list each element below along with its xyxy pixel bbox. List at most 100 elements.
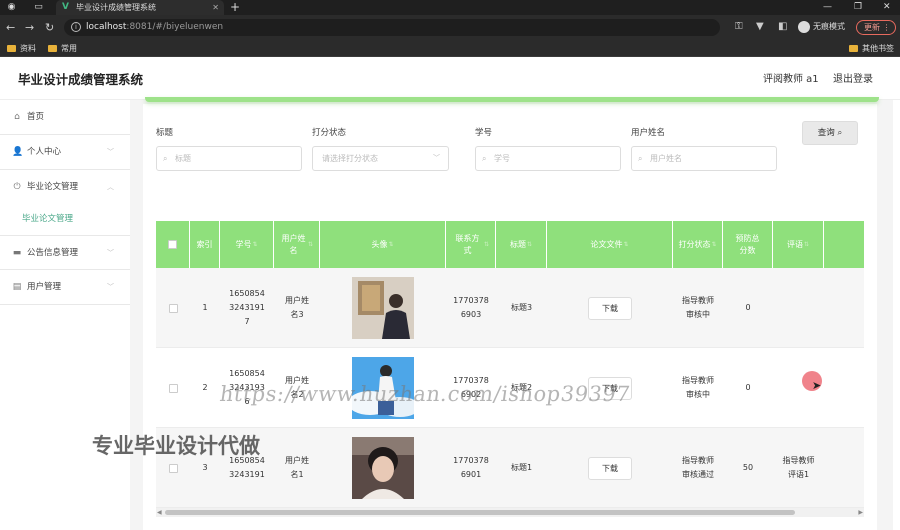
column-header-phone[interactable]: 联系方式 ⇅ — [446, 221, 496, 268]
scrollbar-thumb[interactable] — [165, 510, 795, 515]
cell-avatar — [320, 428, 446, 508]
column-header-score[interactable]: 预防总分数 — [723, 221, 773, 268]
sidebar-item-users[interactable]: ▤ 用户管理 ﹀ — [0, 270, 130, 305]
column-header-index[interactable]: 索引 — [190, 221, 220, 268]
table-row: 3 16508543243191 用户姓名1 17703786901 标题1 下… — [156, 428, 864, 508]
sidebar-item-home[interactable]: ⌂ 首页 — [0, 100, 130, 135]
sidebar-item-notices[interactable]: ▬ 公告信息管理 ﹀ — [0, 235, 130, 270]
cell-name: 用户姓名1 — [285, 456, 309, 479]
cell-student-id: 16508543243191 7 — [229, 289, 265, 326]
cell-status: 指导教师审核中 — [682, 376, 714, 399]
app-title: 毕业设计成绩管理系统 — [18, 72, 144, 87]
tab-overview-icon[interactable]: ▭ — [33, 2, 44, 13]
cell-avatar — [320, 268, 446, 348]
browser-tab-bar: ◉ ▭ V 毕业设计成绩管理系统 ✕ + — ❐ ✕ — [0, 0, 900, 15]
url-bar[interactable]: i localhost:8081/#/biyeluenwen — [64, 19, 720, 36]
incognito-indicator[interactable]: 无痕模式 — [798, 19, 845, 34]
search-icon: ⌕ — [163, 154, 168, 163]
page-vertical-scrollbar[interactable] — [893, 100, 900, 530]
column-header-file[interactable]: 论文文件 ⇅ — [547, 221, 673, 268]
column-header-comment[interactable]: 评语 ⇅ — [773, 221, 824, 268]
vue-devtools-icon[interactable]: ▼ — [756, 20, 764, 33]
vue-logo-icon: V — [62, 2, 69, 12]
select-all-checkbox[interactable] — [168, 240, 177, 249]
table-horizontal-scrollbar[interactable]: ◀ ▶ — [156, 508, 864, 517]
name-input[interactable]: ⌕ 用户姓名 — [631, 146, 777, 171]
cell-index: 1 — [202, 303, 208, 312]
placeholder: 请选择打分状态 — [322, 154, 378, 163]
search-icon: ⌕ — [482, 154, 487, 163]
window-close-icon[interactable]: ✕ — [883, 1, 891, 14]
scroll-left-icon[interactable]: ◀ — [157, 508, 162, 517]
folder-icon — [849, 45, 858, 52]
column-header-avatar[interactable]: 头像 ⇅ — [320, 221, 446, 268]
title-search-input[interactable]: ⌕ 标题 — [156, 146, 302, 171]
site-info-icon[interactable]: i — [71, 22, 81, 32]
column-header-status[interactable]: 打分状态 ⇅ — [673, 221, 723, 268]
breadcrumb-strip — [145, 97, 879, 102]
promo-watermark: 专业毕业设计代做 — [92, 434, 260, 458]
status-select[interactable]: 请选择打分状态 ﹀ — [312, 146, 449, 171]
folder-icon — [7, 45, 16, 52]
row-checkbox[interactable] — [168, 463, 178, 473]
mouse-cursor-icon: ➤ — [812, 379, 822, 392]
cell-index: 2 — [202, 383, 208, 392]
sidebar-subitem-thesis-management[interactable]: 毕业论文管理 — [22, 213, 73, 225]
filter-name-label: 用户姓名 — [631, 128, 666, 138]
sidebar: ⌂ 首页 👤 个人中心 ﹀ ⏻ 毕业论文管理 ︿ 毕业论文管理 ▬ 公告信息管理… — [0, 100, 130, 530]
back-icon[interactable]: ← — [6, 21, 15, 34]
row-checkbox-cell[interactable] — [156, 348, 190, 428]
app-header: 毕业设计成绩管理系统 评阅教师 a1 退出登录 — [0, 58, 900, 100]
download-button[interactable]: 下载 — [588, 456, 632, 480]
filter-student-id-label: 学号 — [475, 128, 493, 138]
column-header-name[interactable]: 用户姓名 ⇅ — [274, 221, 320, 268]
avatar — [352, 277, 414, 339]
student-id-input[interactable]: ⌕ 学号 — [475, 146, 621, 171]
placeholder: 学号 — [494, 154, 510, 163]
placeholder: 用户姓名 — [650, 154, 682, 163]
chrome-icon[interactable]: ◉ — [6, 2, 17, 13]
key-icon[interactable]: ⚿ — [735, 20, 743, 33]
power-icon: ⏻ — [13, 182, 21, 192]
table-row: 1 16508543243191 7 用户姓名3 17703786903 标题3… — [156, 268, 864, 348]
other-bookmarks[interactable]: 其他书签 — [849, 43, 894, 54]
user-icon: 👤 — [12, 147, 24, 157]
chevron-down-icon: ﹀ — [433, 154, 440, 162]
query-button[interactable]: 查询 ⌕ — [802, 121, 858, 145]
row-checkbox[interactable] — [168, 383, 178, 393]
bookmark-folder-1[interactable]: 资料 — [7, 43, 36, 54]
scroll-right-icon[interactable]: ▶ — [858, 508, 863, 517]
sidebar-item-thesis[interactable]: ⏻ 毕业论文管理 ︿ — [0, 170, 130, 205]
reload-icon[interactable]: ↻ — [45, 21, 54, 34]
minimize-icon[interactable]: — — [823, 1, 832, 14]
chevron-down-icon: ﹀ — [107, 249, 114, 257]
chevron-up-icon: ︿ — [107, 183, 114, 191]
sidebar-item-profile[interactable]: 👤 个人中心 ﹀ — [0, 135, 130, 170]
cell-score: 0 — [745, 383, 751, 392]
bookmark-folder-2[interactable]: 常用 — [48, 43, 77, 54]
select-all-cell[interactable] — [156, 221, 190, 268]
column-header-actions — [824, 221, 864, 268]
sidepanel-icon[interactable]: ◧ — [778, 20, 787, 33]
column-header-title[interactable]: 标题 ⇅ — [496, 221, 547, 268]
row-checkbox[interactable] — [168, 303, 178, 313]
tab-close-icon[interactable]: ✕ — [212, 2, 219, 13]
restore-icon[interactable]: ❐ — [854, 1, 862, 14]
forward-icon[interactable]: → — [25, 21, 34, 34]
search-icon: ⌕ — [837, 128, 843, 138]
cell-title: 标题3 — [510, 303, 533, 312]
new-tab-icon[interactable]: + — [230, 0, 240, 15]
search-icon: ⌕ — [638, 154, 643, 163]
logout-link[interactable]: 退出登录 — [833, 73, 873, 86]
chevron-down-icon: ﹀ — [107, 148, 114, 156]
row-checkbox-cell[interactable] — [156, 268, 190, 348]
cell-status: 指导教师审核通过 — [682, 456, 714, 479]
column-header-student-id[interactable]: 学号 ⇅ — [220, 221, 274, 268]
chevron-down-icon: ﹀ — [107, 283, 114, 291]
update-button[interactable]: 更新 ⋮ — [856, 20, 896, 35]
cell-score: 0 — [745, 303, 751, 312]
url-text[interactable]: localhost:8081/#/biyeluenwen — [86, 22, 223, 33]
incognito-icon — [798, 20, 810, 33]
download-button[interactable]: 下载 — [588, 296, 632, 320]
browser-tab[interactable]: V 毕业设计成绩管理系统 ✕ — [56, 0, 224, 15]
